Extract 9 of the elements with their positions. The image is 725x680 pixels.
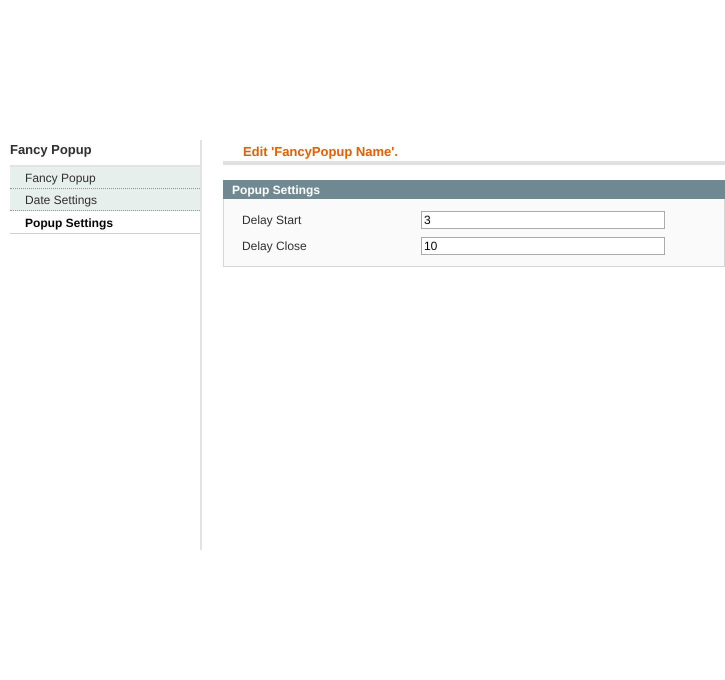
sidebar-title: Fancy Popup	[10, 141, 93, 159]
page-title: Edit 'FancyPopup Name'.	[223, 140, 725, 165]
input-field[interactable]: 10	[421, 237, 665, 255]
field-label: Delay Start	[242, 213, 302, 227]
section-header: Popup Settings	[223, 180, 725, 199]
sidebar-tab[interactable]: Fancy Popup	[10, 167, 200, 189]
input-field[interactable]: 3	[421, 211, 665, 229]
sidebar-tab[interactable]: Date Settings	[10, 189, 200, 211]
field-label: Delay Close	[242, 239, 308, 253]
